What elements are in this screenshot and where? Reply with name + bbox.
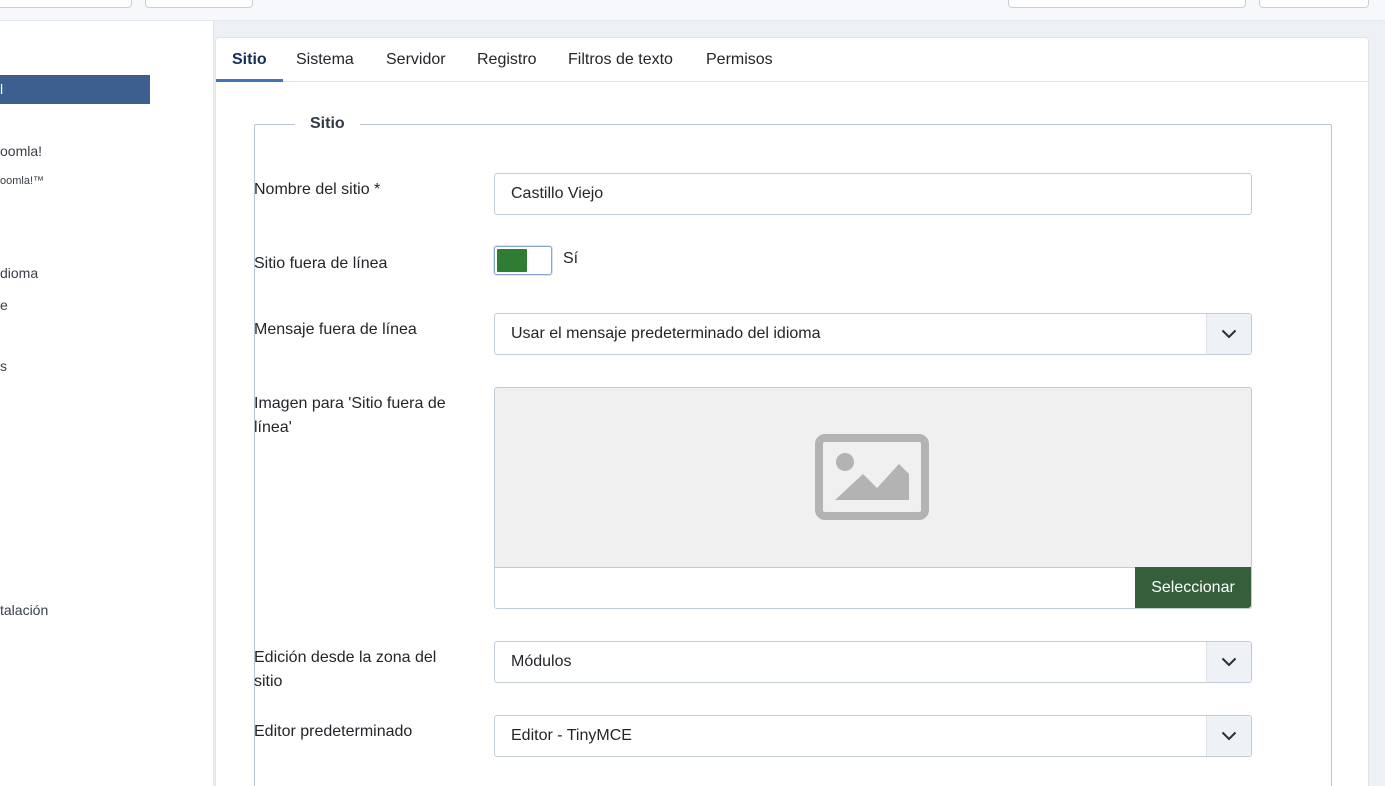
frontend-editing-label: Edición desde la zona del sitio (254, 649, 437, 690)
offline-label: Sitio fuera de línea (254, 255, 388, 272)
toolbar-button[interactable] (1008, 0, 1246, 8)
offline-image-label: Imagen para 'Sitio fuera de línea' (254, 395, 446, 436)
toolbar-button[interactable] (145, 0, 253, 8)
offline-message-value: Usar el mensaje predeterminado del idiom… (511, 325, 821, 342)
sidebar-item[interactable]: talación (0, 602, 48, 618)
image-icon (815, 434, 929, 525)
offline-toggle[interactable] (494, 246, 552, 275)
toolbar (0, 0, 1385, 21)
select-image-button[interactable]: Seleccionar (1135, 567, 1251, 608)
offline-message-select[interactable]: Usar el mensaje predeterminado del idiom… (494, 313, 1252, 355)
toggle-knob (497, 249, 527, 272)
sidebar-item[interactable]: s (0, 358, 7, 374)
config-card: Sitio Sistema Servidor Registro Filtros … (215, 37, 1369, 786)
tab-server[interactable]: Servidor (370, 38, 462, 82)
offline-image-field: Seleccionar (494, 387, 1252, 609)
sidebar-item[interactable]: e (0, 297, 8, 313)
sidebar-item[interactable]: oomla!™ (0, 175, 44, 187)
fieldset-legend: Sitio (295, 115, 360, 133)
sidebar-item[interactable]: dioma (0, 265, 38, 281)
default-editor-select[interactable]: Editor - TinyMCE (494, 715, 1252, 757)
tab-site[interactable]: Sitio (216, 38, 283, 82)
chevron-down-icon (1206, 642, 1251, 682)
default-editor-value: Editor - TinyMCE (511, 727, 632, 744)
sidebar: l oomla! oomla!™ dioma e s talación (0, 21, 214, 786)
tab-permissions[interactable]: Permisos (690, 38, 789, 82)
site-name-input[interactable]: Castillo Viejo (494, 173, 1252, 215)
image-path-input[interactable] (495, 567, 1135, 608)
tab-logging[interactable]: Registro (461, 38, 553, 82)
toolbar-button[interactable] (1259, 0, 1369, 8)
offline-toggle-state: Sí (563, 250, 579, 267)
frontend-editing-value: Módulos (511, 653, 572, 670)
tab-text-filters[interactable]: Filtros de texto (552, 38, 689, 82)
chevron-down-icon (1206, 314, 1251, 354)
default-editor-label: Editor predeterminado (254, 723, 413, 740)
offline-message-label: Mensaje fuera de línea (254, 321, 417, 338)
chevron-down-icon (1206, 716, 1251, 756)
tab-system[interactable]: Sistema (280, 38, 370, 82)
toolbar-button[interactable] (0, 0, 132, 8)
site-name-label: Nombre del sitio * (254, 181, 381, 198)
sidebar-item-active[interactable]: l (0, 75, 150, 104)
frontend-editing-select[interactable]: Módulos (494, 641, 1252, 683)
tab-bar: Sitio Sistema Servidor Registro Filtros … (216, 38, 1368, 82)
sidebar-item[interactable]: oomla! (0, 143, 42, 159)
